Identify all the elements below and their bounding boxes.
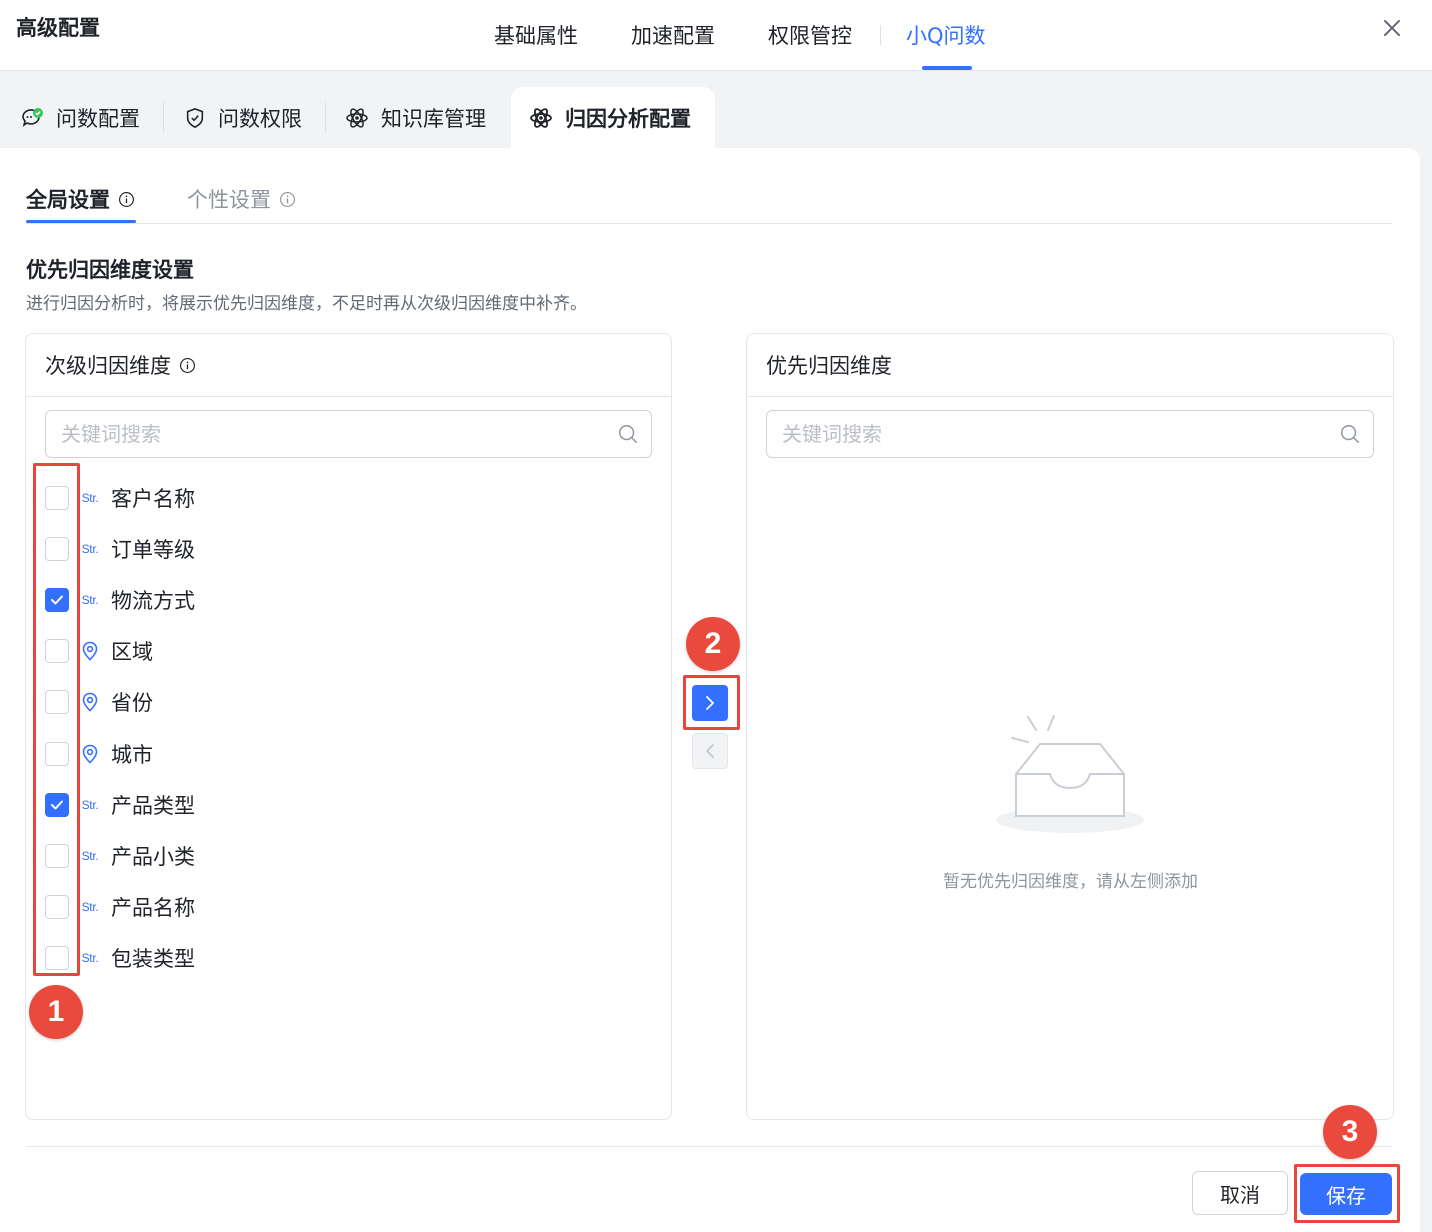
tab-bar-divider (26, 223, 1392, 224)
tab-acceleration-config[interactable]: 加速配置 (631, 20, 715, 71)
info-icon[interactable] (179, 357, 196, 374)
footer-divider (26, 1146, 1392, 1147)
string-type-icon: Str. (79, 487, 101, 509)
type-label: Str. (81, 541, 99, 556)
info-icon[interactable] (279, 191, 296, 208)
string-type-icon: Str. (79, 794, 101, 816)
callout-badge: 2 (686, 617, 740, 671)
atom-icon (530, 108, 552, 128)
list-item[interactable]: 区域 (45, 626, 645, 677)
list-item[interactable]: 城市 (45, 728, 645, 779)
callout-badge: 1 (29, 985, 83, 1039)
list-item[interactable]: Str. 产品类型 (45, 779, 645, 830)
callout-highlight-checkboxes (33, 463, 80, 976)
panel-header: 优先归因维度 (747, 334, 1393, 397)
sub-tab-label: 问数权限 (218, 107, 302, 131)
tab-global-settings[interactable]: 全局设置 (26, 184, 135, 214)
location-pin-icon (79, 743, 101, 765)
location-pin-icon (79, 640, 101, 662)
tab-basic-properties[interactable]: 基础属性 (494, 20, 578, 71)
item-label: 物流方式 (111, 588, 195, 613)
sub-tab-query-config[interactable]: 问数配置 (20, 100, 140, 136)
secondary-dimensions-panel: 次级归因维度 Str. 客户名称 Str. 订单等级 Str. 物流方式区域省份城市 Str… (25, 333, 672, 1120)
panel-title: 优先归因维度 (766, 354, 892, 378)
search-icon[interactable] (1339, 423, 1361, 445)
tab-xiaoq-query[interactable]: 小Q问数 (906, 20, 986, 71)
location-pin-icon (79, 691, 101, 713)
list-item[interactable]: 省份 (45, 677, 645, 728)
tab-personal-settings[interactable]: 个性设置 (187, 184, 296, 214)
callout-highlight-save-button (1294, 1164, 1400, 1223)
chat-check-icon (22, 108, 43, 127)
string-type-icon: Str. (79, 589, 101, 611)
dialog-title: 高级配置 (16, 16, 100, 40)
sub-tab-divider (163, 102, 164, 134)
item-label: 包装类型 (111, 947, 195, 972)
string-type-icon: Str. (79, 538, 101, 560)
info-icon[interactable] (118, 191, 135, 208)
search-box[interactable] (766, 410, 1374, 458)
search-input[interactable] (61, 422, 617, 446)
list-item[interactable]: Str. 产品名称 (45, 882, 645, 933)
tab-label: 全局设置 (26, 188, 110, 212)
search-box[interactable] (45, 410, 652, 458)
dialog-header: 高级配置 基础属性 加速配置 权限管控 小Q问数 (0, 0, 1432, 71)
close-icon[interactable] (1380, 16, 1404, 40)
item-label: 区域 (111, 640, 153, 665)
item-label: 产品类型 (111, 793, 195, 818)
type-label: Str. (81, 848, 99, 863)
list-item[interactable]: Str. 客户名称 (45, 472, 645, 523)
string-type-icon: Str. (79, 896, 101, 918)
tab-divider (880, 25, 881, 45)
item-label: 客户名称 (111, 486, 195, 511)
sub-tab-divider (325, 102, 326, 134)
list-item[interactable]: Str. 产品小类 (45, 830, 645, 881)
list-item[interactable]: Str. 物流方式 (45, 574, 645, 625)
type-label: Str. (81, 490, 99, 505)
tab-label: 个性设置 (187, 188, 271, 212)
item-label: 城市 (111, 742, 153, 767)
sub-tab-knowledge-base[interactable]: 知识库管理 (345, 100, 486, 136)
section-title: 优先归因维度设置 (26, 258, 194, 282)
sub-tab-attribution-config[interactable]: 归因分析配置 (529, 100, 691, 136)
tab-permission-control[interactable]: 权限管控 (768, 20, 852, 71)
panel-header: 次级归因维度 (26, 334, 671, 397)
callout-highlight-move-button (683, 675, 740, 730)
type-label: Str. (81, 797, 99, 812)
list-item[interactable]: Str. 订单等级 (45, 523, 645, 574)
empty-inbox-icon (996, 715, 1144, 833)
item-label: 订单等级 (111, 537, 195, 562)
cancel-button[interactable]: 取消 (1192, 1171, 1288, 1215)
search-icon[interactable] (617, 423, 639, 445)
type-label: Str. (81, 900, 99, 915)
item-label: 产品小类 (111, 844, 195, 869)
chevron-left-icon (706, 744, 714, 758)
callout-badge: 3 (1323, 1105, 1377, 1159)
panel-title: 次级归因维度 (45, 354, 171, 378)
type-label: Str. (81, 592, 99, 607)
active-tab-indicator (922, 66, 972, 70)
string-type-icon: Str. (79, 845, 101, 867)
item-label: 产品名称 (111, 896, 195, 921)
dimension-list: Str. 客户名称 Str. 订单等级 Str. 物流方式 区域 省份 城市 Str. 产品类型 St… (45, 472, 645, 984)
shield-check-icon (186, 108, 204, 129)
empty-state-text: 暂无优先归因维度，请从左侧添加 (943, 872, 1198, 892)
sub-tab-label: 问数配置 (56, 107, 140, 131)
search-input[interactable] (782, 422, 1339, 446)
item-label: 省份 (111, 691, 153, 716)
list-item[interactable]: Str. 包装类型 (45, 933, 645, 984)
sub-tab-label: 归因分析配置 (565, 107, 691, 131)
active-inner-tab-indicator (26, 220, 136, 223)
type-label: Str. (81, 951, 99, 966)
section-description: 进行归因分析时，将展示优先归因维度，不足时再从次级归因维度中补齐。 (26, 294, 587, 314)
move-left-button[interactable] (692, 733, 728, 769)
atom-icon (346, 108, 368, 128)
sub-tab-query-permission[interactable]: 问数权限 (184, 100, 302, 136)
string-type-icon: Str. (79, 947, 101, 969)
sub-tab-label: 知识库管理 (381, 107, 486, 131)
